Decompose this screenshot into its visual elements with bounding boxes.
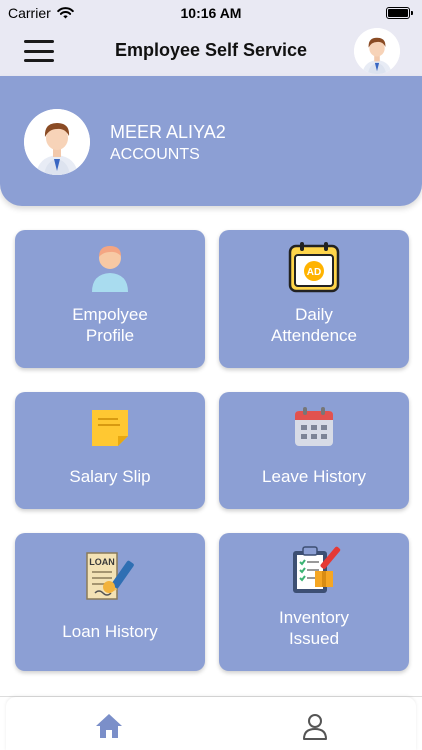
profile-icon bbox=[303, 714, 327, 740]
svg-text:LOAN: LOAN bbox=[89, 557, 115, 567]
tile-label: Empolyee bbox=[72, 305, 148, 324]
avatar-icon bbox=[24, 109, 90, 175]
profile-avatar bbox=[24, 109, 90, 175]
tile-leave-history[interactable]: Leave History bbox=[219, 392, 409, 509]
tile-loan-history[interactable]: LOAN Loan History bbox=[15, 533, 205, 671]
user-icon bbox=[92, 246, 128, 292]
clipboard-checklist-icon bbox=[293, 546, 341, 593]
tab-bar-inner bbox=[6, 697, 416, 750]
user-name: MEER ALIYA2 bbox=[110, 122, 226, 142]
battery-icon bbox=[386, 7, 413, 19]
calendar-icon bbox=[295, 407, 333, 446]
calendar-ad-icon: AD bbox=[288, 242, 340, 293]
tile-label: Leave History bbox=[262, 467, 366, 486]
home-icon bbox=[96, 714, 122, 738]
user-department: ACCOUNTS bbox=[110, 146, 200, 163]
svg-text:AD: AD bbox=[307, 267, 321, 278]
tile-daily-attendance[interactable]: AD Daily Attendence bbox=[219, 230, 409, 368]
tile-salary-slip[interactable]: Salary Slip bbox=[15, 392, 205, 509]
tile-label: Daily bbox=[295, 305, 333, 324]
tile-label: Salary Slip bbox=[69, 467, 151, 486]
status-bar: Carrier 10:16 AM bbox=[0, 0, 422, 26]
wifi-icon bbox=[56, 7, 74, 19]
tile-inventory-issued[interactable]: Inventory Issued bbox=[219, 533, 409, 671]
tile-label: Inventory bbox=[279, 608, 349, 627]
avatar-button[interactable] bbox=[354, 28, 400, 74]
avatar-icon bbox=[354, 28, 400, 74]
loan-document-icon: LOAN bbox=[86, 552, 134, 600]
tile-label: Issued bbox=[288, 629, 340, 648]
carrier-label: Carrier bbox=[8, 5, 51, 21]
tile-employee-profile[interactable]: Empolyee Profile bbox=[15, 230, 205, 368]
profile-header: MEER ALIYA2 ACCOUNTS bbox=[0, 76, 422, 206]
sticky-note-icon bbox=[92, 410, 128, 446]
tile-label: Loan History bbox=[62, 622, 158, 641]
tab-profile[interactable] bbox=[300, 711, 330, 741]
tile-label: Attendence bbox=[270, 326, 357, 345]
nav-bar: Employee Self Service bbox=[0, 26, 422, 76]
tile-label: Profile bbox=[85, 326, 135, 345]
tab-home[interactable] bbox=[94, 711, 124, 741]
tab-bar bbox=[0, 696, 422, 750]
status-left: Carrier bbox=[8, 5, 74, 21]
